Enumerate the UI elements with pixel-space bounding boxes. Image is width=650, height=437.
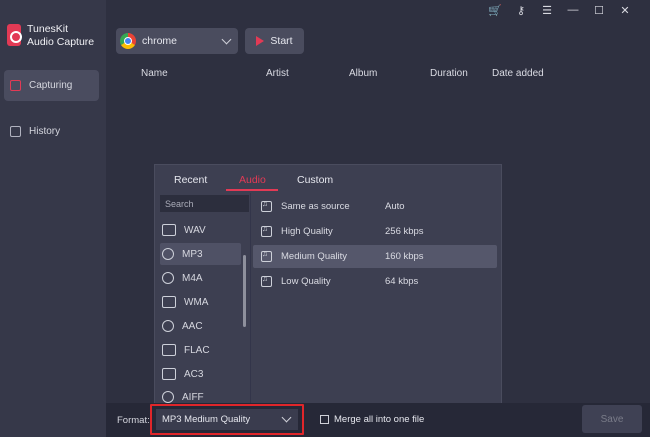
format-label: WMA xyxy=(184,296,209,308)
flac-icon xyxy=(162,344,176,356)
format-label: WAV xyxy=(184,224,206,236)
column-header-name[interactable]: Name xyxy=(141,68,168,79)
format-label: M4A xyxy=(182,272,203,284)
chevron-down-icon xyxy=(281,412,292,423)
format-item-wma[interactable]: WMA xyxy=(160,291,241,313)
sidebar-item-history[interactable]: History xyxy=(4,116,99,147)
quality-name: Same as source xyxy=(281,201,350,212)
app-name-line2: Audio Capture xyxy=(27,36,95,48)
popup-divider xyxy=(250,193,251,403)
cart-icon[interactable]: 🛒 xyxy=(482,3,508,17)
quality-name: Medium Quality xyxy=(281,251,347,262)
format-search-input[interactable] xyxy=(160,195,249,212)
sidebar-item-label: History xyxy=(29,126,61,137)
merge-label: Merge all into one file xyxy=(334,414,425,425)
column-header-duration[interactable]: Duration xyxy=(430,68,468,79)
quality-value: Auto xyxy=(385,201,405,212)
format-item-m4a[interactable]: M4A xyxy=(160,267,241,289)
merge-option[interactable]: Merge all into one file xyxy=(320,414,424,425)
quality-name: Low Quality xyxy=(281,276,331,287)
format-popup: Recent Audio Custom WAV MP3 M4A WMA AAC … xyxy=(154,164,502,404)
capture-icon xyxy=(10,80,21,91)
history-icon xyxy=(10,126,21,137)
menu-icon[interactable]: ☰ xyxy=(534,3,560,17)
tab-recent[interactable]: Recent xyxy=(174,174,207,186)
music-note-icon xyxy=(261,249,272,262)
format-dropdown-highlight: MP3 Medium Quality xyxy=(150,404,304,435)
aiff-icon xyxy=(162,391,174,403)
column-header-artist[interactable]: Artist xyxy=(266,68,289,79)
aac-icon xyxy=(162,320,174,332)
format-list-scrollbar[interactable] xyxy=(243,255,246,327)
music-note-icon xyxy=(261,224,272,237)
mp3-icon xyxy=(162,248,174,260)
column-header-album[interactable]: Album xyxy=(349,68,377,79)
chevron-down-icon xyxy=(221,34,232,44)
quality-name: High Quality xyxy=(281,226,333,237)
close-icon[interactable]: ✕ xyxy=(612,3,638,17)
quality-item-same-as-source[interactable]: Same as source Auto xyxy=(253,195,497,218)
format-label: MP3 xyxy=(182,248,203,260)
format-item-mp3[interactable]: MP3 xyxy=(160,243,241,265)
format-label: Format: xyxy=(117,415,150,426)
sidebar-item-label: Capturing xyxy=(29,80,73,91)
merge-checkbox[interactable] xyxy=(320,415,329,424)
key-icon[interactable]: ⚷ xyxy=(508,3,534,17)
quality-value: 256 kbps xyxy=(385,226,424,237)
app-brand: TunesKit Audio Capture xyxy=(27,23,94,49)
music-note-icon xyxy=(261,199,272,212)
format-list: WAV MP3 M4A WMA AAC FLAC AC3 AIFF xyxy=(156,193,249,403)
sidebar: TunesKit Audio Capture Capturing History xyxy=(0,0,106,437)
sidebar-item-capturing[interactable]: Capturing xyxy=(4,70,99,101)
format-dropdown-value: MP3 Medium Quality xyxy=(162,414,251,425)
maximize-icon[interactable]: ☐ xyxy=(586,3,612,17)
app-name-line1: TunesKit xyxy=(27,23,69,35)
format-label: AC3 xyxy=(184,368,204,380)
m4a-icon xyxy=(162,272,174,284)
quality-value: 64 kbps xyxy=(385,276,419,287)
start-button-label: Start xyxy=(270,35,293,47)
footer-bar: Format: MP3 Medium Quality Merge all int… xyxy=(106,403,650,437)
minimize-icon[interactable]: — xyxy=(560,3,586,17)
quality-value: 160 kbps xyxy=(385,251,424,262)
track-table-header: Name Artist Album Duration Date added xyxy=(106,68,650,82)
format-item-aac[interactable]: AAC xyxy=(160,315,241,337)
chrome-icon xyxy=(120,33,136,49)
format-item-wav[interactable]: WAV xyxy=(160,219,241,241)
ac3-icon xyxy=(162,368,176,380)
format-item-flac[interactable]: FLAC xyxy=(160,339,241,361)
start-button[interactable]: Start xyxy=(245,28,304,54)
music-note-icon xyxy=(261,274,272,287)
wma-icon xyxy=(162,296,176,308)
save-button[interactable]: Save xyxy=(582,405,642,433)
app-logo-icon xyxy=(7,24,22,46)
format-label: FLAC xyxy=(184,344,210,356)
format-tabs: Recent Audio Custom xyxy=(155,165,501,192)
column-header-date-added[interactable]: Date added xyxy=(492,68,544,79)
wav-icon xyxy=(162,224,176,236)
format-label: AAC xyxy=(182,320,203,332)
active-tab-indicator xyxy=(226,189,278,191)
play-icon xyxy=(256,36,265,46)
quality-item-high[interactable]: High Quality 256 kbps xyxy=(253,220,497,243)
source-select[interactable]: chrome xyxy=(116,28,238,54)
format-item-ac3[interactable]: AC3 xyxy=(160,363,241,385)
tab-custom[interactable]: Custom xyxy=(297,174,333,186)
quality-item-medium[interactable]: Medium Quality 160 kbps xyxy=(253,245,497,268)
tab-audio[interactable]: Audio xyxy=(239,174,266,186)
format-dropdown[interactable]: MP3 Medium Quality xyxy=(156,409,298,430)
format-label: AIFF xyxy=(182,391,204,403)
source-select-value: chrome xyxy=(142,35,178,47)
quality-item-low[interactable]: Low Quality 64 kbps xyxy=(253,270,497,293)
titlebar-controls: 🛒 ⚷ ☰ — ☐ ✕ xyxy=(482,3,638,17)
